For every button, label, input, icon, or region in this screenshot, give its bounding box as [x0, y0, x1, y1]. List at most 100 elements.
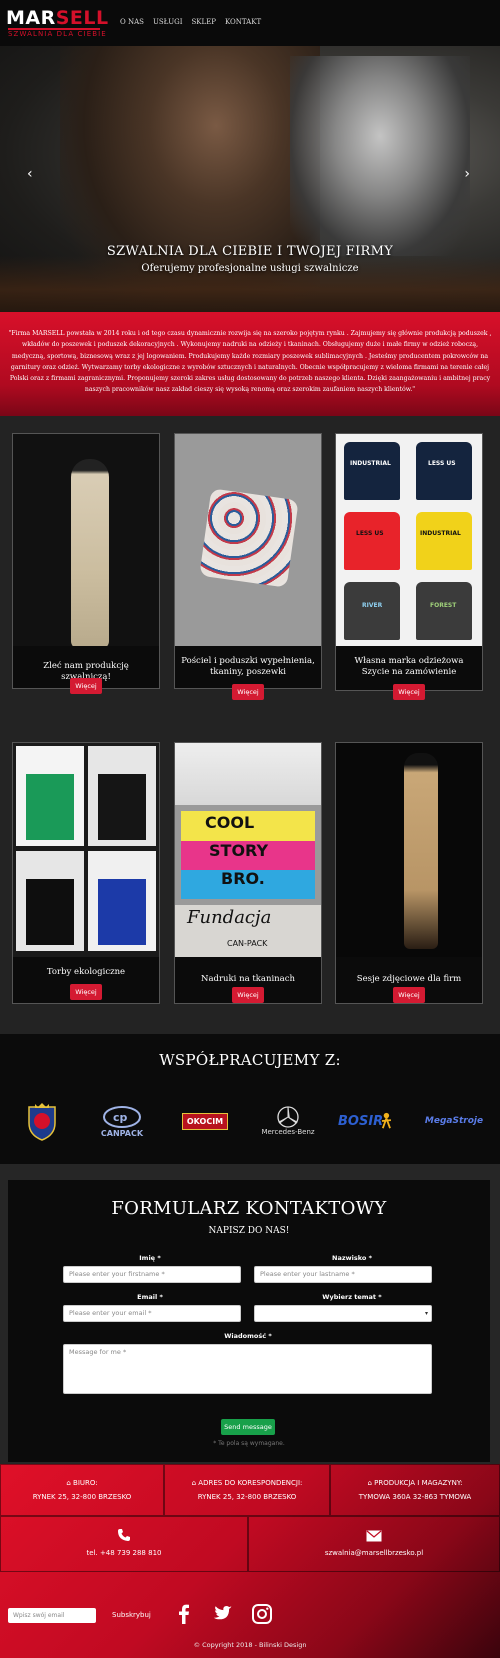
office-value: RYNEK 25, 32-800 BRZESKO	[32, 1493, 132, 1501]
mail-address-box: ⌂ ADRES DO KORESPONDENCJI: RYNEK 25, 32-…	[164, 1464, 330, 1516]
phone-box: tel. +48 739 288 810	[0, 1516, 248, 1572]
product-card[interactable]: COOL STORY BRO. Fundacja CAN-PACK Nadruk…	[174, 742, 322, 1004]
email-address[interactable]: szwalnia@marsellbrzesko.pl	[249, 1549, 499, 1557]
product-title: Pościel i poduszki wypełnienia, tkaniny,…	[181, 656, 315, 677]
office-label: BIURO:	[73, 1479, 98, 1487]
products-section: Zleć nam produkcję szwalniczą! Więcej Po…	[0, 416, 500, 1034]
shirt-print-text: INDUSTRIAL	[350, 460, 391, 467]
production-label: PRODUKCJA I MAGAZYNY:	[374, 1479, 463, 1487]
topic-label: Wybierz temat *	[322, 1293, 382, 1301]
main-menu: O NAS USŁUGI SKLEP KONTAKT	[120, 18, 261, 26]
subscribe-button[interactable]: Subskrybuj	[112, 1611, 151, 1619]
product-image-prints: COOL STORY BRO. Fundacja CAN-PACK	[175, 743, 321, 957]
print-text: STORY	[209, 841, 269, 860]
about-section: "Firma MARSELL powstała w 2014 roku i od…	[0, 312, 500, 416]
email-input[interactable]: Please enter your email *	[63, 1305, 241, 1322]
partner-logo-bosir: BOSIR	[338, 1100, 392, 1142]
partner-logo-mercedes: Mercedes-Benz	[258, 1100, 318, 1142]
product-card[interactable]: Pościel i poduszki wypełnienia, tkaniny,…	[174, 433, 322, 700]
newsletter-email-input[interactable]: Wpisz swój email	[8, 1608, 96, 1623]
phone-number[interactable]: tel. +48 739 288 810	[1, 1549, 247, 1557]
facebook-icon[interactable]	[172, 1602, 196, 1626]
production-value: TYMOWA 360A 32-863 TYMOWA	[358, 1493, 472, 1501]
more-button[interactable]: Więcej	[232, 987, 264, 1003]
lastname-input[interactable]: Please enter your lastname *	[254, 1266, 432, 1283]
partner-logo-megastroje: MegaStroje	[424, 1116, 484, 1126]
shirt-print-text: RIVER	[362, 602, 383, 609]
product-image-dress	[13, 434, 159, 646]
shirt-print-text: LESS US	[428, 460, 456, 467]
more-button[interactable]: Więcej	[70, 678, 102, 694]
top-navbar: MARSELL SZWALNIA DLA CIEBIE O NAS USŁUGI…	[0, 0, 500, 46]
logo-wordmark: MARSELL	[6, 7, 109, 29]
logo-tagline: SZWALNIA DLA CIEBIE	[8, 30, 107, 38]
home-icon: ⌂	[66, 1479, 71, 1487]
home-icon: ⌂	[367, 1479, 372, 1487]
production-address-box: ⌂ PRODUKCJA I MAGAZYNY: TYMOWA 360A 32-8…	[330, 1464, 500, 1516]
form-title: FORMULARZ KONTAKTOWY	[111, 1198, 387, 1219]
message-textarea[interactable]: Message for me *	[63, 1344, 432, 1394]
form-subtitle: NAPISZ DO NAS!	[208, 1226, 290, 1236]
required-note: * Te pola są wymagane.	[213, 1440, 285, 1447]
more-button[interactable]: Więcej	[393, 684, 425, 700]
message-label: Wiadomość *	[224, 1332, 272, 1340]
partners-section: WSPÓŁPRACUJEMY Z: cp CANPACK OKOCIM Merc…	[0, 1034, 500, 1164]
product-image-tshirts: INDUSTRIAL LESS US LESS US INDUSTRIAL RI…	[336, 434, 482, 646]
lastname-label: Nazwisko *	[332, 1254, 372, 1262]
shirt-print-text: INDUSTRIAL	[420, 530, 461, 537]
menu-item-uslugi[interactable]: USŁUGI	[153, 18, 183, 26]
about-text: "Firma MARSELL powstała w 2014 roku i od…	[8, 330, 492, 394]
product-image-photoshoot	[336, 743, 482, 957]
print-text: Fundacja	[187, 907, 272, 928]
contact-form: FORMULARZ KONTAKTOWY NAPISZ DO NAS! Imię…	[8, 1180, 490, 1462]
more-button[interactable]: Więcej	[232, 684, 264, 700]
hero-title: SZWALNIA DLA CIEBIE I TWOJEJ FIRMY	[106, 244, 394, 259]
mail-address-label: ADRES DO KORESPONDENCJI:	[198, 1479, 303, 1487]
product-card[interactable]: INDUSTRIAL LESS US LESS US INDUSTRIAL RI…	[335, 433, 483, 700]
topic-select[interactable]: ▾	[254, 1305, 432, 1322]
product-image-bags	[13, 743, 159, 957]
hero-subtitle: Oferujemy profesjonalne usługi szwalnicz…	[141, 263, 359, 274]
brand-logo[interactable]: MARSELL SZWALNIA DLA CIEBIE	[6, 7, 108, 41]
chevron-down-icon: ▾	[424, 1310, 428, 1317]
office-address-box: ⌂ BIURO: RYNEK 25, 32-800 BRZESKO	[0, 1464, 164, 1516]
shirt-print-text: FOREST	[430, 602, 457, 609]
shirt-print-text: LESS US	[356, 530, 384, 537]
svg-text:cp: cp	[113, 1111, 128, 1124]
copyright-text: © Copyright 2018 - Bilinski Design	[193, 1641, 307, 1649]
hero-carousel: ‹ › SZWALNIA DLA CIEBIE I TWOJEJ FIRMY O…	[0, 46, 500, 312]
phone-icon	[1, 1527, 247, 1545]
menu-item-sklep[interactable]: SKLEP	[191, 18, 216, 26]
email-label: Email *	[137, 1293, 163, 1301]
menu-item-o-nas[interactable]: O NAS	[120, 18, 144, 26]
product-card[interactable]: Sesje zdjęciowe dla firm Więcej	[335, 742, 483, 1004]
footer-bottom: Wpisz swój email Subskrybuj © Copyright …	[0, 1572, 500, 1658]
contact-form-section: FORMULARZ KONTAKTOWY NAPISZ DO NAS! Imię…	[0, 1164, 500, 1464]
envelope-icon	[249, 1527, 499, 1545]
product-title: Sesje zdjęciowe dla firm	[356, 974, 462, 984]
print-text: COOL	[205, 813, 255, 832]
print-text: BRO.	[221, 869, 265, 888]
partner-logo-crest-icon	[22, 1100, 62, 1142]
carousel-next-arrow-icon[interactable]: ›	[464, 166, 470, 182]
send-message-button[interactable]: Send message	[221, 1419, 275, 1435]
product-image-pillow	[175, 434, 321, 646]
hero-photo-sewing-machine	[290, 56, 470, 256]
menu-item-kontakt[interactable]: KONTAKT	[225, 18, 261, 26]
product-title: Własna marka odzieżowa Szycie na zamówie…	[354, 656, 464, 677]
instagram-icon[interactable]	[250, 1602, 274, 1626]
product-card[interactable]: Zleć nam produkcję szwalniczą! Więcej	[12, 433, 160, 694]
firstname-label: Imię *	[139, 1254, 161, 1262]
partners-title: WSPÓŁPRACUJEMY Z:	[159, 1051, 341, 1069]
carousel-prev-arrow-icon[interactable]: ‹	[27, 166, 33, 182]
twitter-icon[interactable]	[210, 1602, 234, 1626]
more-button[interactable]: Więcej	[393, 987, 425, 1003]
firstname-input[interactable]: Please enter your firstname *	[63, 1266, 241, 1283]
partner-logo-okocim: OKOCIM	[178, 1100, 232, 1142]
more-button[interactable]: Więcej	[70, 984, 102, 1000]
print-text: CAN-PACK	[227, 939, 268, 948]
email-box: szwalnia@marsellbrzesko.pl	[248, 1516, 500, 1572]
partner-logo-canpack: cp CANPACK	[96, 1100, 148, 1142]
product-title: Torby ekologiczne	[46, 967, 126, 977]
product-card[interactable]: Torby ekologiczne Więcej	[12, 742, 160, 1004]
